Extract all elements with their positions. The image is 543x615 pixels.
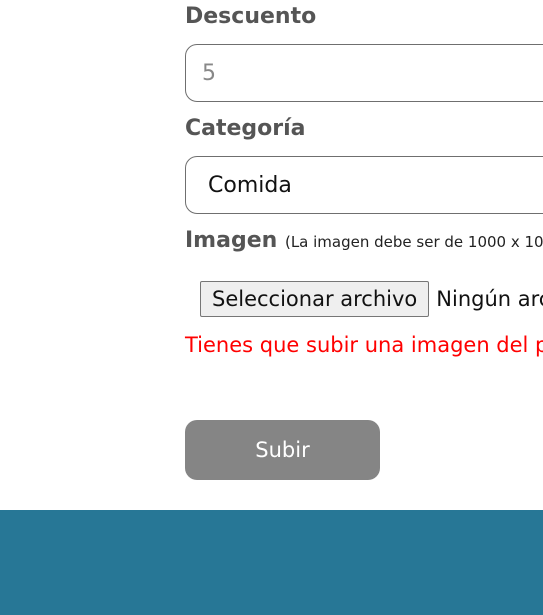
page: Descuento 5 Categoría Comida Imagen (La …: [0, 0, 543, 615]
choose-file-button[interactable]: Seleccionar archivo: [200, 281, 430, 317]
file-status-text: Ningún arc: [436, 287, 543, 311]
category-label: Categoría: [185, 116, 306, 141]
discount-input[interactable]: 5: [185, 44, 543, 102]
discount-label: Descuento: [185, 4, 317, 29]
file-input[interactable]: Seleccionar archivo Ningún arc: [200, 281, 543, 317]
submit-button[interactable]: Subir: [185, 420, 380, 480]
image-label-row: Imagen (La imagen debe ser de 1000 x 100…: [185, 228, 543, 253]
category-select[interactable]: Comida: [185, 156, 543, 214]
image-size-hint: (La imagen debe ser de 1000 x 1000: [284, 233, 543, 251]
footer: [0, 510, 543, 615]
image-error-message: Tienes que subir una imagen del pr: [185, 333, 543, 357]
image-label: Imagen: [185, 228, 278, 253]
